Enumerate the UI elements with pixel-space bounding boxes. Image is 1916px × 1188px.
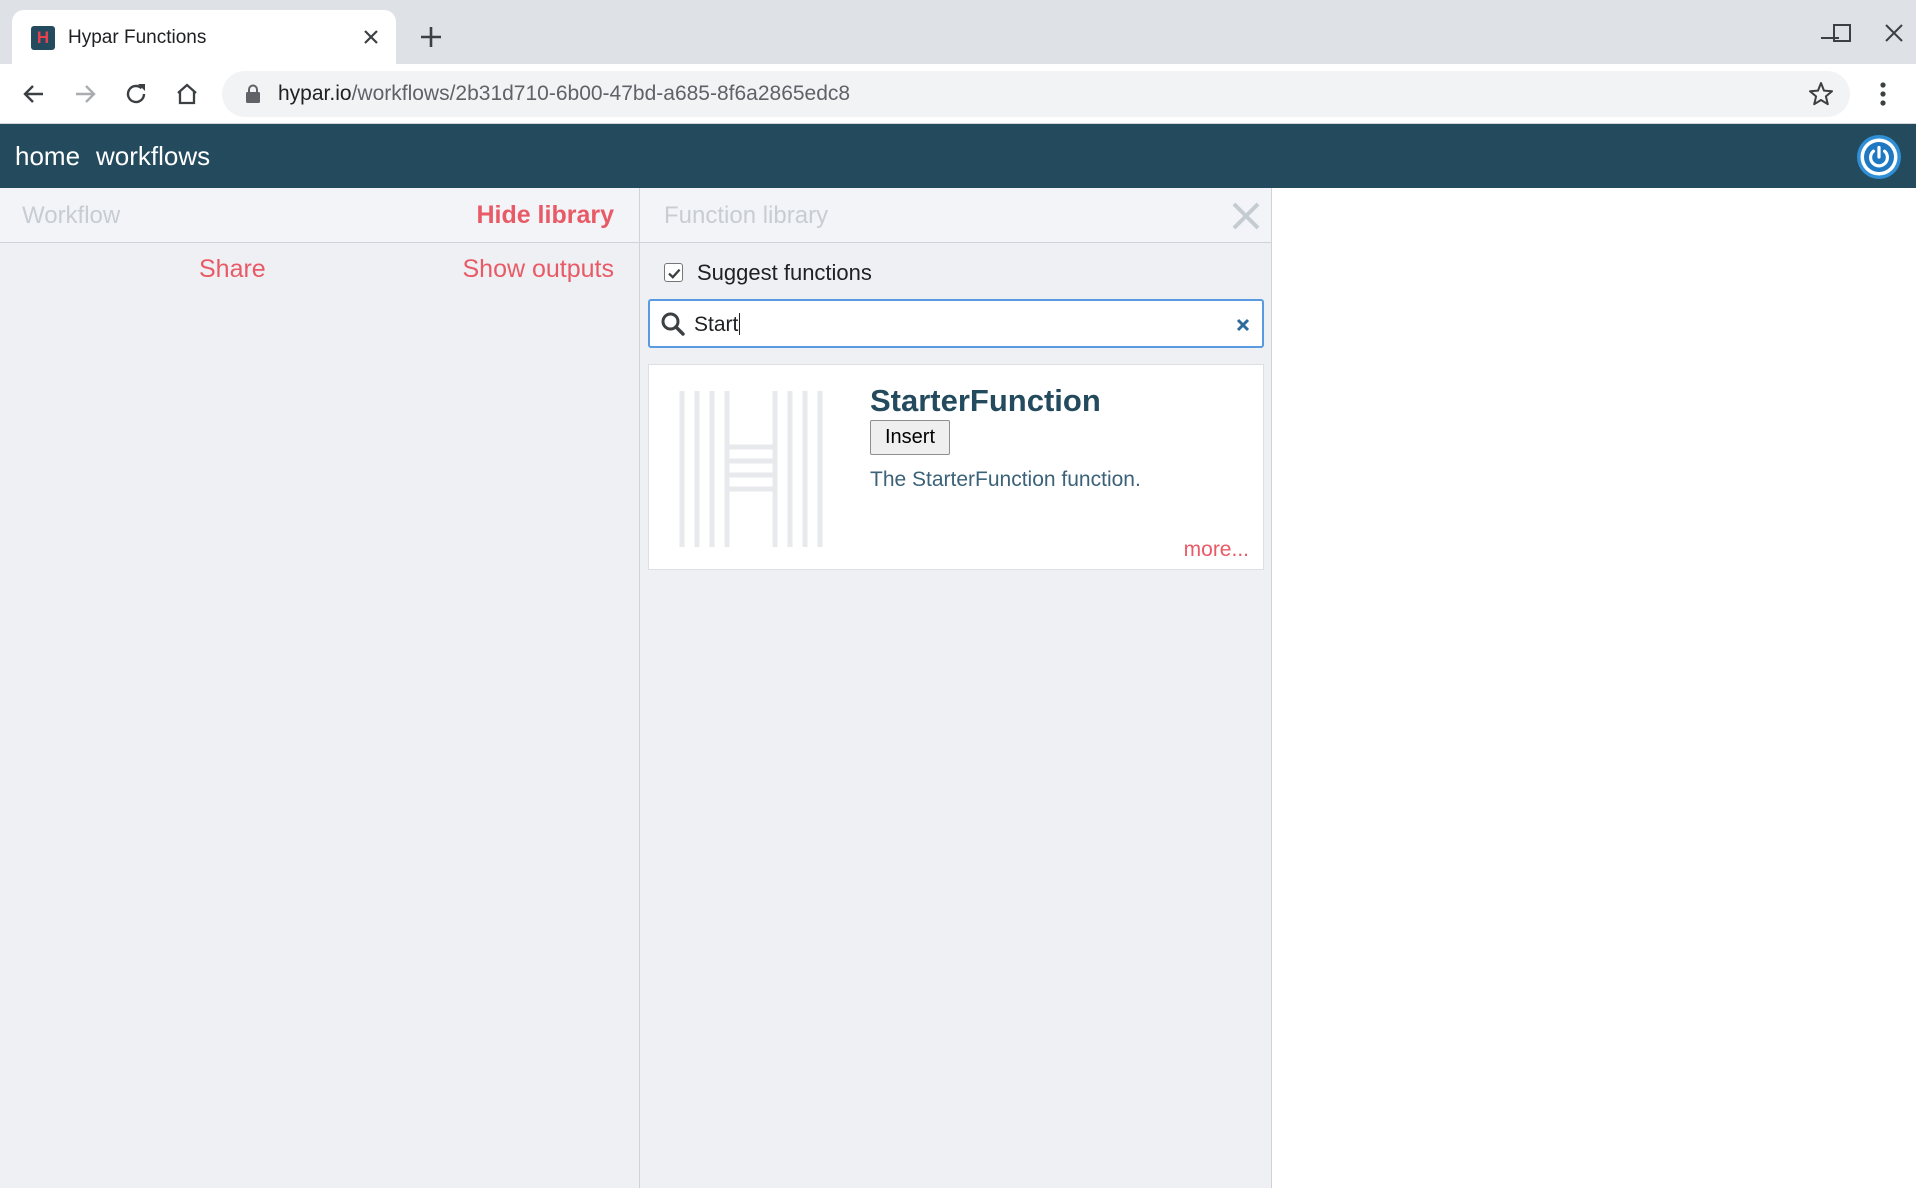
hide-library-link[interactable]: Hide library: [476, 201, 614, 229]
suggest-functions-checkbox[interactable]: [664, 263, 683, 282]
show-outputs-link[interactable]: Show outputs: [463, 255, 615, 283]
workflow-title: Workflow: [22, 202, 121, 229]
tab-title: Hypar Functions: [68, 27, 207, 48]
workflow-panel: Workflow Hide library Share Show outputs: [0, 188, 640, 1188]
clear-search-icon[interactable]: [1233, 315, 1253, 335]
reload-icon[interactable]: [118, 76, 154, 112]
home-icon[interactable]: [169, 76, 205, 112]
function-description: The StarterFunction function.: [870, 468, 1141, 491]
suggest-functions-label: Suggest functions: [697, 260, 872, 285]
browser-tab-strip: H Hypar Functions: [0, 0, 1916, 64]
workflow-panel-header: Workflow Hide library: [0, 188, 639, 243]
back-arrow-icon[interactable]: [16, 76, 52, 112]
bookmark-star-icon[interactable]: [1806, 79, 1836, 109]
address-bar[interactable]: hypar.io/workflows/2b31d710-6b00-47bd-a6…: [222, 71, 1850, 117]
app-header: home workflows: [0, 124, 1916, 188]
insert-button[interactable]: Insert: [870, 420, 950, 455]
library-panel-header: Function library: [640, 188, 1271, 243]
nav-workflows-link[interactable]: workflows: [96, 140, 210, 172]
function-search-input[interactable]: Start: [648, 299, 1264, 348]
close-panel-icon[interactable]: [1228, 198, 1264, 234]
close-window-icon[interactable]: [1874, 14, 1914, 54]
search-value: Start: [694, 313, 741, 336]
power-icon[interactable]: [1856, 134, 1902, 180]
library-title: Function library: [664, 202, 829, 229]
browser-tab[interactable]: H Hypar Functions: [12, 10, 396, 64]
text-caret: [739, 313, 741, 335]
function-library-panel: Function library Suggest functions Start…: [640, 188, 1272, 1188]
nav-home-link[interactable]: home: [15, 140, 80, 172]
hypar-function-logo: [679, 391, 823, 547]
lock-icon[interactable]: [242, 83, 264, 105]
checkmark-icon: [668, 268, 681, 279]
browser-toolbar: hypar.io/workflows/2b31d710-6b00-47bd-a6…: [0, 64, 1916, 124]
favicon-hypar-icon: H: [31, 26, 55, 50]
maximize-icon[interactable]: [1822, 14, 1862, 54]
new-tab-icon[interactable]: [414, 20, 448, 54]
search-icon: [661, 312, 685, 336]
function-result-card: StarterFunction Insert The StarterFuncti…: [648, 364, 1264, 570]
close-tab-icon[interactable]: [356, 22, 386, 52]
forward-arrow-icon[interactable]: [67, 76, 103, 112]
function-name[interactable]: StarterFunction: [870, 383, 1101, 419]
url-text[interactable]: hypar.io/workflows/2b31d710-6b00-47bd-a6…: [278, 82, 850, 106]
menu-kebab-icon[interactable]: [1868, 76, 1898, 112]
share-link[interactable]: Share: [199, 255, 266, 283]
more-link[interactable]: more...: [1184, 538, 1249, 562]
